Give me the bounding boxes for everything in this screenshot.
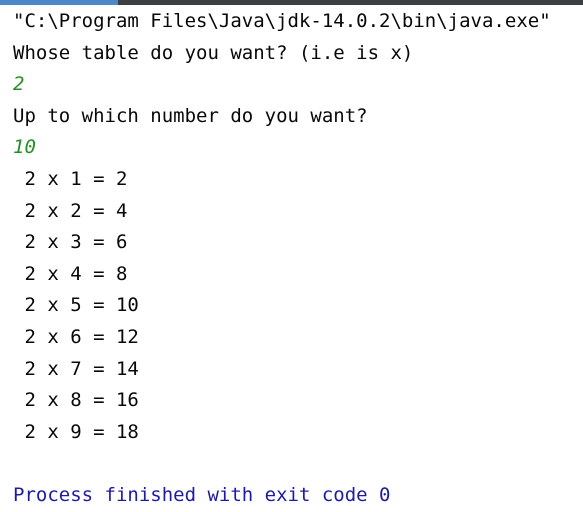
console-result-line: 2 x 3 = 6 [13, 231, 128, 254]
console-result-line: 2 x 9 = 18 [13, 420, 139, 443]
console-result-line: 2 x 4 = 8 [13, 262, 128, 285]
console-result-line: 2 x 1 = 2 [13, 167, 128, 190]
console-result-line: 2 x 7 = 14 [13, 357, 139, 380]
console-prompt-limit: Up to which number do you want? [13, 104, 368, 127]
console-result-line: 2 x 5 = 10 [13, 294, 139, 317]
console-result-line: 2 x 8 = 16 [13, 389, 139, 412]
console-prompt-table: Whose table do you want? (i.e is x) [13, 41, 414, 64]
console-result-line: 2 x 6 = 12 [13, 325, 139, 348]
console-user-input-table: 2 [13, 73, 25, 96]
console-result-line: 2 x 2 = 4 [13, 199, 128, 222]
console-process-finished: Process finished with exit code 0 [13, 483, 391, 506]
active-tab-indicator [0, 0, 118, 5]
console-command-line: "C:\Program Files\Java\jdk-14.0.2\bin\ja… [13, 10, 551, 32]
run-console-output[interactable]: "C:\Program Files\Java\jdk-14.0.2\bin\ja… [13, 6, 579, 512]
console-user-input-limit: 10 [13, 136, 36, 159]
window-top-strip [0, 0, 583, 5]
